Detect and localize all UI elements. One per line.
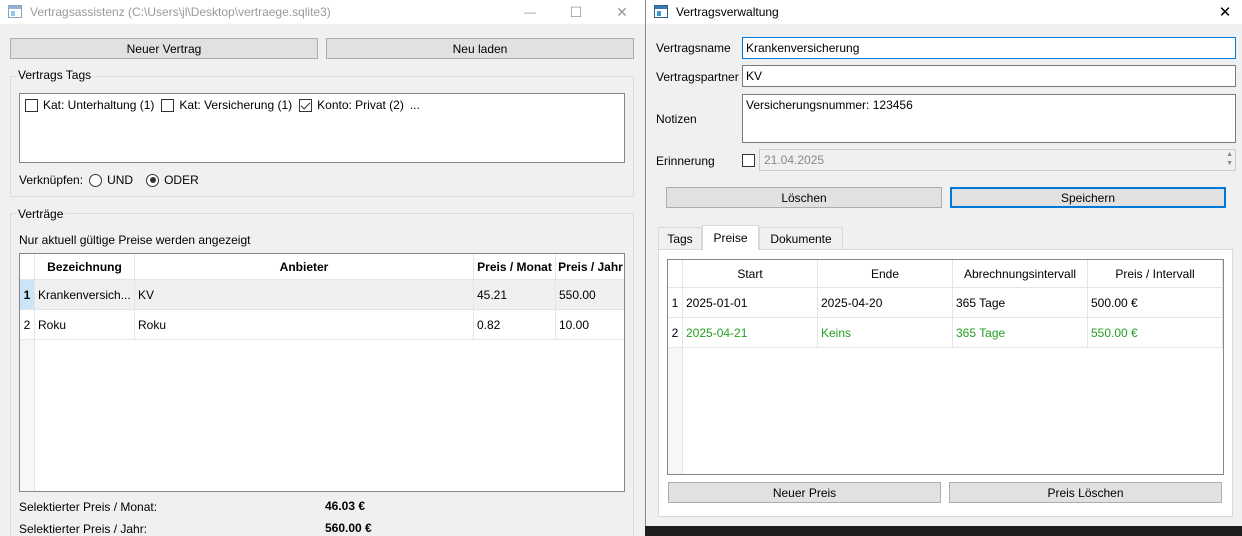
cell-provider[interactable]: Roku	[135, 310, 474, 340]
header-bezeichnung[interactable]: Bezeichnung	[35, 254, 135, 280]
selected-month-value: 46.03 €	[325, 499, 366, 513]
selected-year-label: Selektierter Preis / Jahr:	[19, 522, 148, 536]
main-window: Vertragsassistenz (C:\Users\jl\Desktop\v…	[0, 0, 645, 536]
cell-start[interactable]: 2025-04-21	[683, 318, 818, 348]
cell-provider[interactable]: KV	[135, 280, 474, 310]
corner-cell	[20, 254, 35, 280]
cell-end[interactable]: Keins	[818, 318, 953, 348]
header-preis-monat[interactable]: Preis / Monat	[474, 254, 556, 280]
header-start[interactable]: Start	[683, 260, 818, 288]
row-number[interactable]: 2	[20, 310, 35, 340]
tag-checkbox-privat[interactable]	[299, 98, 313, 112]
delete-price-button[interactable]: Preis Löschen	[949, 482, 1222, 503]
row-number[interactable]: 2	[668, 318, 683, 348]
cell-end[interactable]: 2025-04-20	[818, 288, 953, 318]
corner-cell	[668, 260, 683, 288]
partner-field[interactable]: KV	[742, 65, 1236, 87]
tab-preise[interactable]: Preise	[702, 225, 759, 250]
row-number[interactable]: 1	[20, 280, 35, 310]
tag-checkbox-versicherung[interactable]	[161, 98, 175, 112]
detail-titlebar: Vertragsverwaltung ✕	[646, 0, 1242, 24]
tags-row: Kat: Unterhaltung (1) Kat: Versicherung …	[25, 98, 420, 112]
tags-group-label: Vertrags Tags	[16, 68, 94, 82]
contracts-group-label: Verträge	[16, 207, 66, 221]
main-titlebar: Vertragsassistenz (C:\Users\jl\Desktop\v…	[0, 0, 645, 24]
new-contract-button[interactable]: Neuer Vertrag	[10, 38, 318, 59]
header-intervall[interactable]: Abrechnungsintervall	[953, 260, 1088, 288]
app-icon	[8, 5, 22, 18]
selected-month-label: Selektierter Preis / Monat:	[19, 500, 158, 514]
header-ende[interactable]: Ende	[818, 260, 953, 288]
delete-button[interactable]: Löschen	[666, 187, 942, 208]
cell-year[interactable]: 10.00	[556, 310, 624, 340]
cell-price[interactable]: 550.00 €	[1088, 318, 1223, 348]
detail-window: Vertragsverwaltung ✕ Vertragsname Kranke…	[645, 0, 1242, 526]
tags-more: ...	[409, 98, 420, 112]
header-anbieter[interactable]: Anbieter	[135, 254, 474, 280]
maximize-icon[interactable]: ☐	[553, 0, 599, 24]
cell-month[interactable]: 45.21	[474, 280, 556, 310]
spin-up-icon[interactable]: ▲	[1226, 151, 1233, 158]
reminder-date-field[interactable]: 21.04.2025 ▲ ▼	[759, 149, 1236, 171]
reminder-date-text: 21.04.2025	[764, 153, 825, 167]
tag-label-unterhaltung: Kat: Unterhaltung (1)	[43, 98, 155, 112]
radio-oder[interactable]	[146, 173, 160, 187]
link-mode-row: Verknüpfen: UND ODER	[19, 173, 199, 187]
cell-year[interactable]: 550.00	[556, 280, 624, 310]
notes-label: Notizen	[656, 112, 697, 126]
reload-button[interactable]: Neu laden	[326, 38, 634, 59]
cell-month[interactable]: 0.82	[474, 310, 556, 340]
contracts-note: Nur aktuell gültige Preise werden angeze…	[19, 233, 251, 247]
name-label: Vertragsname	[656, 41, 731, 55]
detail-window-title: Vertragsverwaltung	[676, 5, 779, 19]
notes-field[interactable]: Versicherungsnummer: 123456	[742, 94, 1236, 143]
radio-und[interactable]	[89, 173, 103, 187]
contracts-table: Bezeichnung Anbieter Preis / Monat Preis…	[19, 253, 625, 492]
reminder-checkbox[interactable]	[742, 154, 755, 168]
tag-checkbox-unterhaltung[interactable]	[25, 98, 38, 112]
minimize-icon[interactable]: —	[507, 0, 553, 24]
cell-name[interactable]: Roku	[35, 310, 135, 340]
cell-interval[interactable]: 365 Tage	[953, 288, 1088, 318]
tag-label-versicherung: Kat: Versicherung (1)	[179, 98, 293, 112]
close-icon[interactable]: ✕	[1208, 0, 1242, 24]
reminder-label: Erinnerung	[656, 154, 715, 168]
header-preis-intervall[interactable]: Preis / Intervall	[1088, 260, 1223, 288]
radio-oder-label: ODER	[164, 173, 199, 187]
tab-dokumente[interactable]: Dokumente	[759, 227, 843, 250]
spin-down-icon[interactable]: ▼	[1226, 160, 1233, 167]
app-icon	[654, 5, 668, 18]
header-preis-jahr[interactable]: Preis / Jahr	[556, 254, 624, 280]
tag-label-privat: Konto: Privat (2)	[317, 98, 404, 112]
name-field[interactable]: Krankenversicherung	[742, 37, 1236, 59]
cell-interval[interactable]: 365 Tage	[953, 318, 1088, 348]
prices-table: Start Ende Abrechnungsintervall Preis / …	[667, 259, 1224, 475]
link-label: Verknüpfen:	[19, 173, 84, 187]
selected-year-value: 560.00 €	[325, 521, 372, 535]
main-window-title: Vertragsassistenz (C:\Users\jl\Desktop\v…	[30, 5, 331, 19]
radio-und-label: UND	[107, 173, 134, 187]
cell-name[interactable]: Krankenversich...	[35, 280, 135, 310]
tab-panel: Start Ende Abrechnungsintervall Preis / …	[658, 249, 1233, 517]
cell-price[interactable]: 500.00 €	[1088, 288, 1223, 318]
cell-start[interactable]: 2025-01-01	[683, 288, 818, 318]
tab-tags[interactable]: Tags	[658, 227, 702, 250]
new-price-button[interactable]: Neuer Preis	[668, 482, 941, 503]
partner-label: Vertragspartner	[656, 70, 739, 84]
close-icon[interactable]: ✕	[599, 0, 645, 24]
save-button[interactable]: Speichern	[950, 187, 1226, 208]
row-number[interactable]: 1	[668, 288, 683, 318]
tags-list: Kat: Unterhaltung (1) Kat: Versicherung …	[19, 93, 625, 163]
